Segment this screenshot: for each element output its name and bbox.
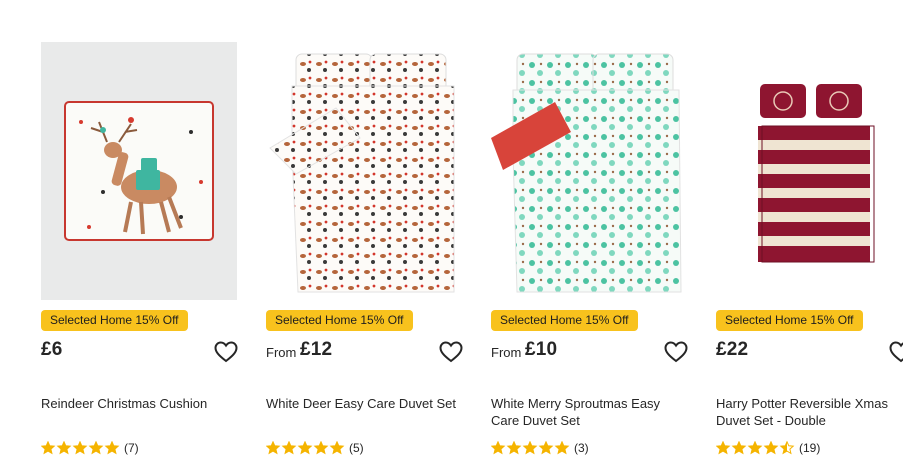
- star-icon: [56, 440, 72, 455]
- star-icon: [297, 440, 313, 455]
- product-title[interactable]: Harry Potter Reversible Xmas Duvet Set -…: [716, 395, 903, 429]
- promo-badge[interactable]: Selected Home 15% Off: [491, 310, 638, 331]
- star-icon: [779, 440, 795, 455]
- review-count: (7): [124, 440, 139, 455]
- product-card[interactable]: Selected Home 15% Off £6 Reindeer Christ…: [40, 0, 241, 460]
- rating: (5): [265, 439, 364, 455]
- review-count: (3): [574, 440, 589, 455]
- star-rating: [490, 440, 571, 455]
- star-rating: [265, 440, 346, 455]
- rating: (19): [715, 439, 821, 455]
- stars-svg: [490, 440, 570, 455]
- star-icon: [281, 440, 297, 455]
- star-icon: [329, 440, 345, 455]
- product-card[interactable]: Selected Home 15% Off £22 Harry Potter R…: [715, 0, 903, 460]
- promo-badge[interactable]: Selected Home 15% Off: [41, 310, 188, 331]
- star-icon: [763, 440, 779, 455]
- star-icon: [522, 440, 538, 455]
- star-icon: [88, 440, 104, 455]
- price-row: £6: [41, 338, 241, 366]
- price-prefix: From: [491, 345, 522, 360]
- star-icon: [731, 440, 747, 455]
- product-card[interactable]: Selected Home 15% Off From £12 White Dee…: [265, 0, 466, 460]
- promo-badge[interactable]: Selected Home 15% Off: [716, 310, 863, 331]
- rating: (3): [490, 439, 589, 455]
- product-card[interactable]: Selected Home 15% Off From £10 White Mer…: [490, 0, 691, 460]
- product-image-sproutmas-duvet[interactable]: [491, 42, 687, 300]
- star-icon: [313, 440, 329, 455]
- promo-badge[interactable]: Selected Home 15% Off: [266, 310, 413, 331]
- heart-outline-icon[interactable]: [889, 341, 903, 363]
- product-price: £6: [41, 339, 63, 360]
- star-icon: [265, 440, 281, 455]
- review-count: (5): [349, 440, 364, 455]
- product-image-white-deer-duvet[interactable]: [266, 42, 462, 300]
- review-count: (19): [799, 440, 821, 455]
- product-price: £10: [525, 339, 558, 360]
- stars-svg: [715, 440, 795, 455]
- heart-outline-icon[interactable]: [214, 341, 238, 363]
- price-row: £22: [716, 338, 903, 366]
- heart-outline-icon[interactable]: [439, 341, 463, 363]
- star-icon: [490, 440, 506, 455]
- product-image-harry-potter-duvet[interactable]: [716, 42, 903, 300]
- stars-svg: [265, 440, 345, 455]
- product-grid: Selected Home 15% Off £6 Reindeer Christ…: [0, 0, 903, 460]
- star-icon: [40, 440, 56, 455]
- product-title[interactable]: Reindeer Christmas Cushion: [41, 395, 241, 412]
- price-prefix: From: [266, 345, 297, 360]
- star-icon: [715, 440, 731, 455]
- star-icon: [538, 440, 554, 455]
- stars-svg: [40, 440, 120, 455]
- price-row: From £10: [491, 338, 691, 366]
- product-title[interactable]: White Merry Sproutmas Easy Care Duvet Se…: [491, 395, 691, 429]
- star-rating: [715, 440, 796, 455]
- price-row: From £12: [266, 338, 466, 366]
- product-price: £12: [300, 339, 333, 360]
- product-title[interactable]: White Deer Easy Care Duvet Set: [266, 395, 466, 412]
- star-rating: [40, 440, 121, 455]
- rating: (7): [40, 439, 139, 455]
- star-icon: [747, 440, 763, 455]
- star-icon: [554, 440, 570, 455]
- product-price: £22: [716, 339, 749, 360]
- product-image-reindeer-cushion[interactable]: [41, 42, 237, 300]
- star-icon: [72, 440, 88, 455]
- star-icon: [506, 440, 522, 455]
- star-icon: [104, 440, 120, 455]
- heart-outline-icon[interactable]: [664, 341, 688, 363]
